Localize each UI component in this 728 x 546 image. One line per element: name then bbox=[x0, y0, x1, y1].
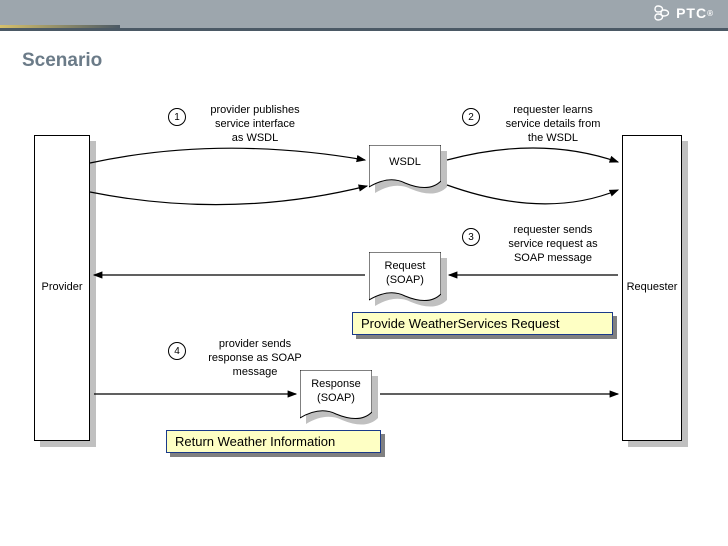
step1-badge: 1 bbox=[168, 108, 186, 126]
response-label: Response (SOAP) bbox=[300, 378, 372, 406]
request-doc: Request (SOAP) bbox=[369, 252, 441, 304]
requester-box: Requester bbox=[622, 135, 682, 441]
brand-reg: ® bbox=[707, 9, 714, 18]
step4-badge: 4 bbox=[168, 342, 186, 360]
step3-badge: 3 bbox=[462, 228, 480, 246]
logo-icon bbox=[652, 4, 672, 22]
note-request: Provide WeatherServices Request bbox=[352, 312, 613, 335]
brand-logo: PTC ® bbox=[652, 4, 714, 22]
wsdl-label: WSDL bbox=[369, 156, 441, 170]
note-response: Return Weather Information bbox=[166, 430, 381, 453]
arrows-layer bbox=[0, 90, 728, 530]
page-title: Scenario bbox=[22, 50, 102, 72]
brand-text: PTC bbox=[676, 5, 707, 21]
request-label: Request (SOAP) bbox=[369, 260, 441, 288]
step3-text: requester sends service request as SOAP … bbox=[488, 224, 618, 265]
header-accent bbox=[0, 25, 120, 28]
provider-box: Provider bbox=[34, 135, 90, 441]
header-rule bbox=[0, 28, 728, 31]
template-header: PTC ® bbox=[0, 0, 728, 28]
step1-text: provider publishes service interface as … bbox=[195, 104, 315, 145]
step2-text: requester learns service details from th… bbox=[488, 104, 618, 145]
provider-label: Provider bbox=[34, 135, 90, 441]
step4-text: provider sends response as SOAP message bbox=[195, 338, 315, 379]
wsdl-doc: WSDL bbox=[369, 145, 441, 191]
step2-badge: 2 bbox=[462, 108, 480, 126]
diagram-canvas: Provider Requester WSDL Request (SO bbox=[0, 90, 728, 530]
requester-label: Requester bbox=[622, 135, 682, 441]
